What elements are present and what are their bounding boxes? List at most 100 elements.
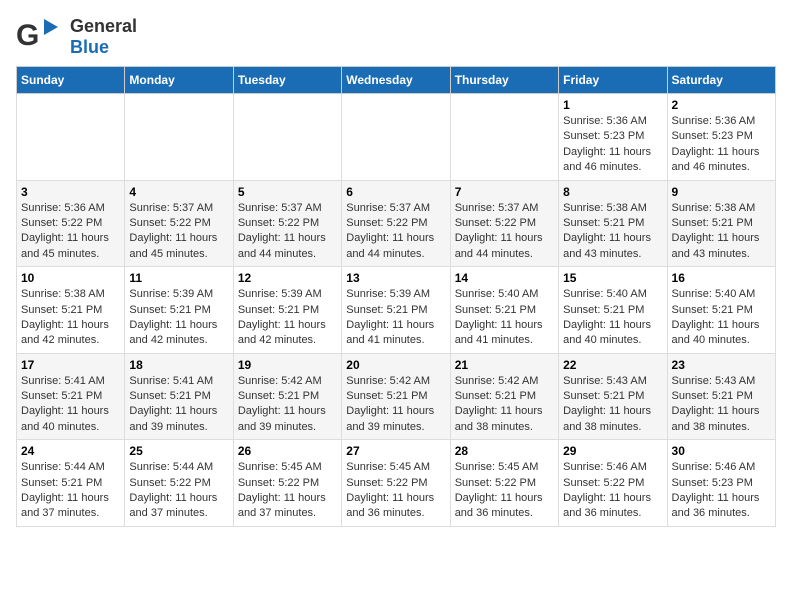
day-info: Sunrise: 5:40 AM Sunset: 5:21 PM Dayligh…: [672, 287, 771, 349]
day-number: 20: [346, 358, 445, 372]
logo: G General Blue: [16, 16, 137, 58]
calendar-cell: 3Sunrise: 5:36 AM Sunset: 5:22 PM Daylig…: [17, 180, 125, 267]
day-number: 2: [672, 98, 771, 112]
day-number: 5: [238, 185, 337, 199]
calendar-table: SundayMondayTuesdayWednesdayThursdayFrid…: [16, 66, 776, 527]
calendar-cell: [342, 94, 450, 181]
day-number: 30: [672, 444, 771, 458]
calendar-cell: [125, 94, 233, 181]
day-number: 21: [455, 358, 554, 372]
day-number: 29: [563, 444, 662, 458]
calendar-cell: 5 Sunrise: 5:37 AM Sunset: 5:22 PM Daylig…: [233, 180, 341, 267]
day-info: Sunrise: 5:38 AM Sunset: 5:21 PM Dayligh…: [672, 201, 771, 263]
day-number: 10: [21, 271, 120, 285]
weekday-header-friday: Friday: [559, 67, 667, 94]
day-info: Sunrise: 5:45 AM Sunset: 5:22 PM Dayligh…: [455, 460, 554, 522]
day-info: Sunrise: 5:38 AM Sunset: 5:21 PM Dayligh…: [21, 287, 120, 349]
day-number: 26: [238, 444, 337, 458]
day-number: 6: [346, 185, 445, 199]
calendar-cell: 4Sunrise: 5:37 AM Sunset: 5:22 PM Daylig…: [125, 180, 233, 267]
day-number: 18: [129, 358, 228, 372]
calendar-cell: 21 Sunrise: 5:42 AM Sunset: 5:21 PM Dayli…: [450, 353, 558, 440]
calendar-cell: 11 Sunrise: 5:39 AM Sunset: 5:21 PM Dayli…: [125, 267, 233, 354]
day-info: Sunrise: 5:45 AM Sunset: 5:22 PM Dayligh…: [238, 460, 337, 522]
weekday-header-sunday: Sunday: [17, 67, 125, 94]
day-info: Sunrise: 5:43 AM Sunset: 5:21 PM Dayligh…: [563, 374, 662, 436]
calendar-cell: 9 Sunrise: 5:38 AM Sunset: 5:21 PM Daylig…: [667, 180, 775, 267]
day-info: Sunrise: 5:45 AM Sunset: 5:22 PM Dayligh…: [346, 460, 445, 522]
weekday-header-row: SundayMondayTuesdayWednesdayThursdayFrid…: [17, 67, 776, 94]
calendar-cell: 29 Sunrise: 5:46 AM Sunset: 5:22 PM Dayli…: [559, 440, 667, 527]
calendar-cell: [450, 94, 558, 181]
logo-svg: G: [16, 17, 66, 57]
day-info: Sunrise: 5:46 AM Sunset: 5:23 PM Dayligh…: [672, 460, 771, 522]
calendar-cell: 6 Sunrise: 5:37 AM Sunset: 5:22 PM Daylig…: [342, 180, 450, 267]
calendar-cell: 13 Sunrise: 5:39 AM Sunset: 5:21 PM Dayli…: [342, 267, 450, 354]
calendar-cell: 10 Sunrise: 5:38 AM Sunset: 5:21 PM Dayli…: [17, 267, 125, 354]
week-row-2: 3Sunrise: 5:36 AM Sunset: 5:22 PM Daylig…: [17, 180, 776, 267]
weekday-header-monday: Monday: [125, 67, 233, 94]
calendar-cell: [233, 94, 341, 181]
day-number: 7: [455, 185, 554, 199]
day-number: 16: [672, 271, 771, 285]
weekday-header-thursday: Thursday: [450, 67, 558, 94]
day-number: 13: [346, 271, 445, 285]
calendar-cell: 30 Sunrise: 5:46 AM Sunset: 5:23 PM Dayli…: [667, 440, 775, 527]
calendar-cell: 18 Sunrise: 5:41 AM Sunset: 5:21 PM Dayli…: [125, 353, 233, 440]
calendar-cell: 12 Sunrise: 5:39 AM Sunset: 5:21 PM Dayli…: [233, 267, 341, 354]
weekday-header-tuesday: Tuesday: [233, 67, 341, 94]
week-row-4: 17 Sunrise: 5:41 AM Sunset: 5:21 PM Dayli…: [17, 353, 776, 440]
day-number: 19: [238, 358, 337, 372]
day-info: Sunrise: 5:36 AM Sunset: 5:23 PM Dayligh…: [672, 114, 771, 176]
calendar-cell: 16 Sunrise: 5:40 AM Sunset: 5:21 PM Dayli…: [667, 267, 775, 354]
day-number: 24: [21, 444, 120, 458]
day-info: Sunrise: 5:41 AM Sunset: 5:21 PM Dayligh…: [129, 374, 228, 436]
day-info: Sunrise: 5:41 AM Sunset: 5:21 PM Dayligh…: [21, 374, 120, 436]
calendar-cell: 24 Sunrise: 5:44 AM Sunset: 5:21 PM Dayli…: [17, 440, 125, 527]
day-info: Sunrise: 5:36 AM Sunset: 5:22 PM Dayligh…: [21, 201, 120, 263]
day-info: Sunrise: 5:37 AM Sunset: 5:22 PM Dayligh…: [455, 201, 554, 263]
svg-text:G: G: [16, 19, 39, 52]
day-number: 22: [563, 358, 662, 372]
day-info: Sunrise: 5:44 AM Sunset: 5:21 PM Dayligh…: [21, 460, 120, 522]
day-info: Sunrise: 5:37 AM Sunset: 5:22 PM Dayligh…: [129, 201, 228, 263]
day-info: Sunrise: 5:44 AM Sunset: 5:22 PM Dayligh…: [129, 460, 228, 522]
logo-text: General Blue: [70, 16, 137, 58]
day-number: 15: [563, 271, 662, 285]
day-info: Sunrise: 5:39 AM Sunset: 5:21 PM Dayligh…: [238, 287, 337, 349]
day-info: Sunrise: 5:39 AM Sunset: 5:21 PM Dayligh…: [346, 287, 445, 349]
day-info: Sunrise: 5:38 AM Sunset: 5:21 PM Dayligh…: [563, 201, 662, 263]
day-number: 27: [346, 444, 445, 458]
day-number: 1: [563, 98, 662, 112]
day-number: 17: [21, 358, 120, 372]
calendar-cell: 20Sunrise: 5:42 AM Sunset: 5:21 PM Dayli…: [342, 353, 450, 440]
day-info: Sunrise: 5:42 AM Sunset: 5:21 PM Dayligh…: [238, 374, 337, 436]
calendar-cell: 15 Sunrise: 5:40 AM Sunset: 5:21 PM Dayli…: [559, 267, 667, 354]
calendar-cell: 17 Sunrise: 5:41 AM Sunset: 5:21 PM Dayli…: [17, 353, 125, 440]
day-info: Sunrise: 5:37 AM Sunset: 5:22 PM Dayligh…: [346, 201, 445, 263]
calendar-cell: 28Sunrise: 5:45 AM Sunset: 5:22 PM Dayli…: [450, 440, 558, 527]
calendar-cell: 22 Sunrise: 5:43 AM Sunset: 5:21 PM Dayli…: [559, 353, 667, 440]
calendar-cell: 19 Sunrise: 5:42 AM Sunset: 5:21 PM Dayli…: [233, 353, 341, 440]
calendar-cell: 23Sunrise: 5:43 AM Sunset: 5:21 PM Dayli…: [667, 353, 775, 440]
day-number: 11: [129, 271, 228, 285]
day-info: Sunrise: 5:36 AM Sunset: 5:23 PM Dayligh…: [563, 114, 662, 176]
day-number: 14: [455, 271, 554, 285]
calendar-cell: 8Sunrise: 5:38 AM Sunset: 5:21 PM Daylig…: [559, 180, 667, 267]
calendar-cell: 14Sunrise: 5:40 AM Sunset: 5:21 PM Dayli…: [450, 267, 558, 354]
weekday-header-wednesday: Wednesday: [342, 67, 450, 94]
calendar-cell: [17, 94, 125, 181]
day-info: Sunrise: 5:40 AM Sunset: 5:21 PM Dayligh…: [563, 287, 662, 349]
calendar-cell: 1 Sunrise: 5:36 AM Sunset: 5:23 PM Daylig…: [559, 94, 667, 181]
day-info: Sunrise: 5:46 AM Sunset: 5:22 PM Dayligh…: [563, 460, 662, 522]
day-number: 12: [238, 271, 337, 285]
calendar-cell: 27 Sunrise: 5:45 AM Sunset: 5:22 PM Dayli…: [342, 440, 450, 527]
day-info: Sunrise: 5:43 AM Sunset: 5:21 PM Dayligh…: [672, 374, 771, 436]
day-info: Sunrise: 5:37 AM Sunset: 5:22 PM Dayligh…: [238, 201, 337, 263]
week-row-5: 24 Sunrise: 5:44 AM Sunset: 5:21 PM Dayli…: [17, 440, 776, 527]
calendar-cell: 7 Sunrise: 5:37 AM Sunset: 5:22 PM Daylig…: [450, 180, 558, 267]
day-info: Sunrise: 5:42 AM Sunset: 5:21 PM Dayligh…: [455, 374, 554, 436]
calendar-cell: 26 Sunrise: 5:45 AM Sunset: 5:22 PM Dayli…: [233, 440, 341, 527]
day-info: Sunrise: 5:39 AM Sunset: 5:21 PM Dayligh…: [129, 287, 228, 349]
day-number: 9: [672, 185, 771, 199]
